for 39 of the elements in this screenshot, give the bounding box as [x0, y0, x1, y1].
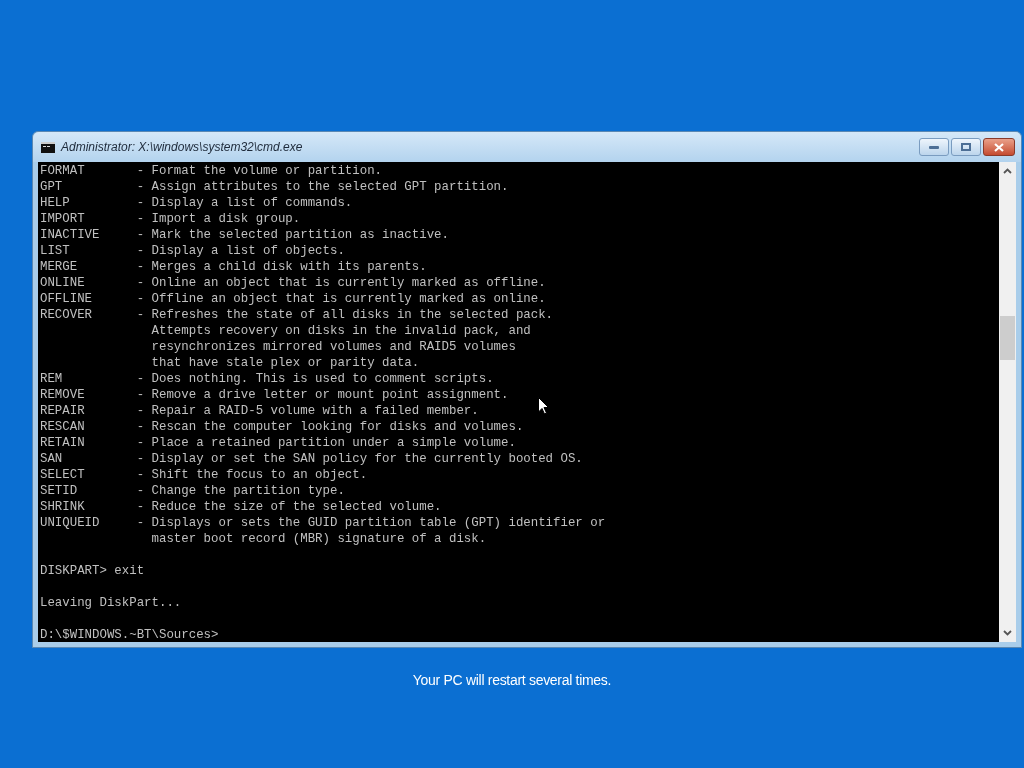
console-line: REM - Does nothing. This is used to comment scripts. [40, 372, 494, 386]
console-line: master boot record (MBR) signature of a disk. [150, 532, 487, 546]
status-message: Your PC will restart several times. [412, 671, 612, 690]
console-line: FORMAT - Format the volume or partition. [40, 164, 383, 178]
console-line: RESCAN - Rescan the computer looking for disks and volumes. [40, 420, 524, 434]
maximize-button[interactable] [951, 138, 981, 156]
console-line: SELECT - Shift the focus to an object. [40, 468, 368, 482]
console-line: IMPORT - Import a disk group. [40, 212, 301, 226]
console-line: that have stale plex or parity data. [150, 356, 420, 370]
console-line: DISKPART> exit [40, 564, 145, 578]
console-line: REMOVE - Remove a drive letter or mount point assignment. [40, 388, 509, 402]
console-line: REPAIR - Repair a RAID-5 volume with a failed member. [40, 404, 479, 418]
minimize-button[interactable] [919, 138, 949, 156]
console-line: HELP - Display a list of commands. [40, 196, 353, 210]
console-line: GPT - Assign attributes to the selected GPT partition. [40, 180, 509, 194]
mouse-cursor-icon [538, 397, 549, 415]
console-line: ONLINE - Online an object that is currently marked as offline. [40, 276, 546, 290]
console-line: RECOVER - Refreshes the state of all disks in the selected pack. [40, 308, 554, 322]
console-line: LIST - Display a list of objects. [40, 244, 345, 258]
console-line: UNIQUEID - Displays or sets the GUID partition table (GPT) identifier or [40, 516, 606, 530]
close-button[interactable] [983, 138, 1015, 156]
scroll-down-icon[interactable] [1003, 630, 1012, 636]
console-line: D:\$WINDOWS.~BT\Sources> [40, 628, 219, 642]
console-line: SETID - Change the partition type. [40, 484, 345, 498]
console-line: INACTIVE - Mark the selected partition as inactive. [40, 228, 449, 242]
console-icon [41, 141, 55, 153]
window-title: Administrator: X:\windows\system32\cmd.exe [61, 139, 303, 156]
console-line: resynchronizes mirrored volumes and RAID5 volumes [150, 340, 516, 354]
console-line: Leaving DiskPart... [40, 596, 182, 610]
console-line: OFFLINE - Offline an object that is currently marked as online. [40, 292, 546, 306]
scroll-up-icon[interactable] [1003, 168, 1012, 174]
console-line: Attempts recovery on disks in the invalid pack, and [150, 324, 531, 338]
console-line: MERGE - Merges a child disk with its parents. [40, 260, 427, 274]
scrollbar-thumb[interactable] [1000, 316, 1015, 360]
console-line: SHRINK - Reduce the size of the selected volume. [40, 500, 442, 514]
scrollbar[interactable] [999, 162, 1016, 642]
close-icon [994, 142, 1004, 152]
console-line: RETAIN - Place a retained partition under a simple volume. [40, 436, 516, 450]
console-line: SAN - Display or set the SAN policy for the currently booted OS. [40, 452, 583, 466]
